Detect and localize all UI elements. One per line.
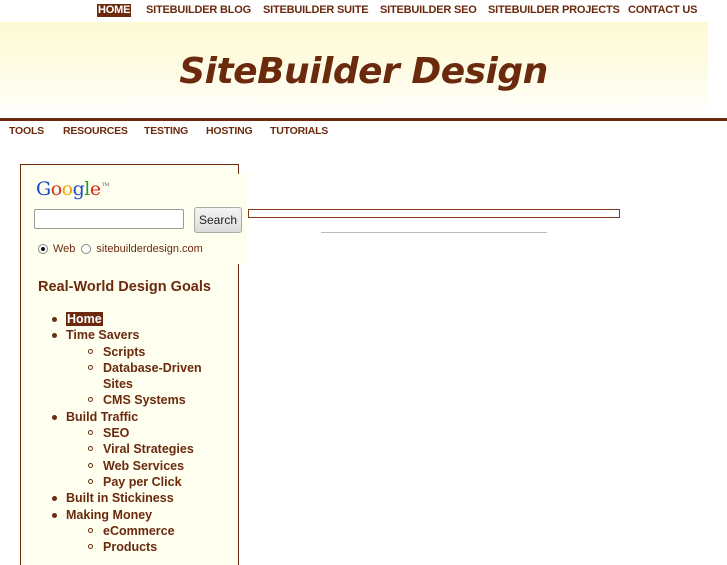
sidebar-item-home[interactable]: Home <box>50 311 230 327</box>
sidebar-item-label[interactable]: Built in Stickiness <box>66 491 174 505</box>
search-button[interactable]: Search <box>194 207 242 233</box>
sub-nav-hosting[interactable]: HOSTING <box>206 125 253 137</box>
sidebar-item-label[interactable]: Scripts <box>103 345 145 359</box>
sidebar-item-label[interactable]: CMS Systems <box>103 393 186 407</box>
top-nav-contact-us[interactable]: CONTACT US <box>628 4 697 17</box>
search-input[interactable] <box>34 209 184 229</box>
sidebar-item-cms-systems[interactable]: CMS Systems <box>50 392 230 408</box>
google-trademark: TM <box>101 182 110 188</box>
sidebar-item-seo[interactable]: SEO <box>50 425 230 441</box>
sidebar-item-label[interactable]: eCommerce <box>103 524 175 538</box>
site-logo[interactable]: SiteBuilder Design <box>0 50 727 94</box>
sidebar-menu: Home Time Savers Scripts Database-Driven… <box>50 311 230 555</box>
sidebar-item-viral-strategies[interactable]: Viral Strategies <box>50 441 230 457</box>
sidebar-item-label[interactable]: Viral Strategies <box>103 442 194 456</box>
sidebar-item-products[interactable]: Products <box>50 539 230 555</box>
sidebar-item-time-savers[interactable]: Time Savers <box>50 327 230 343</box>
top-nav-home[interactable]: HOME <box>97 4 132 17</box>
content-placeholder-box <box>248 209 620 218</box>
sidebar-title: Real-World Design Goals <box>38 279 211 295</box>
radio-web-label[interactable]: Web <box>53 243 75 255</box>
search-scope-options: Web sitebuilderdesign.com <box>38 243 209 255</box>
sidebar-item-pay-per-click[interactable]: Pay per Click <box>50 474 230 490</box>
sidebar-item-making-money[interactable]: Making Money <box>50 507 230 523</box>
radio-site-label[interactable]: sitebuilderdesign.com <box>96 243 202 255</box>
sub-nav-testing[interactable]: TESTING <box>144 125 188 137</box>
top-nav-sitebuilder-projects[interactable]: SITEBUILDER PROJECTS <box>488 4 620 17</box>
sidebar-item-label[interactable]: Web Services <box>103 459 184 473</box>
sidebar-item-built-in-stickiness[interactable]: Built in Stickiness <box>50 490 230 506</box>
sidebar-item-ecommerce[interactable]: eCommerce <box>50 523 230 539</box>
sidebar-item-label[interactable]: SEO <box>103 426 129 440</box>
radio-web[interactable] <box>38 244 48 254</box>
sub-nav: TOOLS RESOURCES TESTING HOSTING TUTORIAL… <box>0 125 727 141</box>
sidebar-item-label[interactable]: Making Money <box>66 508 152 522</box>
sidebar-item-web-services[interactable]: Web Services <box>50 458 230 474</box>
radio-site[interactable] <box>81 244 92 254</box>
sub-nav-tools[interactable]: TOOLS <box>9 125 44 137</box>
top-nav-sitebuilder-suite[interactable]: SITEBUILDER SUITE <box>263 4 369 17</box>
top-nav-sitebuilder-blog[interactable]: SITEBUILDER BLOG <box>146 4 251 17</box>
sidebar-item-build-traffic[interactable]: Build Traffic <box>50 409 230 425</box>
google-logo: GoogleTM <box>36 178 110 200</box>
top-nav: HOME SITEBUILDER BLOG SITEBUILDER SUITE … <box>0 0 727 22</box>
sidebar-item-label[interactable]: Database-Driven Sites <box>103 361 202 391</box>
top-nav-sitebuilder-seo[interactable]: SITEBUILDER SEO <box>380 4 477 17</box>
content-divider <box>321 232 547 233</box>
sidebar-item-label[interactable]: Products <box>103 540 157 554</box>
sub-nav-tutorials[interactable]: TUTORIALS <box>270 125 328 137</box>
sidebar-item-label[interactable]: Pay per Click <box>103 475 182 489</box>
sidebar-item-label[interactable]: Time Savers <box>66 328 139 342</box>
sidebar-item-scripts[interactable]: Scripts <box>50 344 230 360</box>
sidebar-item-label[interactable]: Build Traffic <box>66 410 138 424</box>
header-divider <box>0 118 727 121</box>
sidebar-item-label[interactable]: Home <box>66 312 103 326</box>
sub-nav-resources[interactable]: RESOURCES <box>63 125 128 137</box>
sidebar-item-database-driven-sites[interactable]: Database-Driven Sites <box>50 360 230 393</box>
